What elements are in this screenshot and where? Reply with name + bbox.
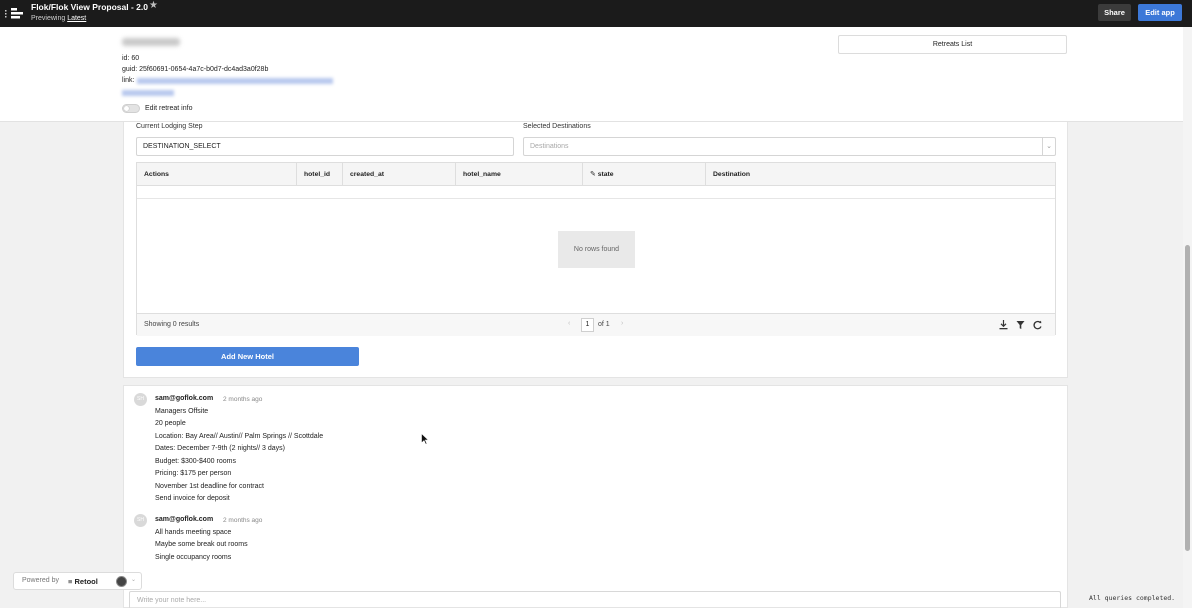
note-timestamp: 2 months ago — [223, 517, 263, 524]
chevron-down-icon[interactable]: ⌄ — [131, 576, 136, 583]
note-author: sam@goflok.com — [155, 516, 214, 523]
retreat-name-redacted — [122, 38, 180, 46]
powered-by-badge[interactable]: Powered by ≡ Retool ⌄ — [13, 572, 142, 590]
retool-brand-text: Retool — [74, 577, 98, 586]
next-page-icon[interactable]: › — [621, 320, 623, 327]
filter-icon[interactable] — [1015, 319, 1026, 331]
powered-by-text: Powered by — [22, 577, 59, 584]
retreat-link-redacted[interactable] — [137, 78, 333, 84]
avatar: SH — [134, 393, 147, 406]
hotels-table: Actions hotel_id created_at hotel_name ✎… — [136, 162, 1056, 336]
note-line: Send invoice for deposit — [155, 495, 230, 502]
page-total: of 1 — [598, 321, 610, 328]
page-number-input[interactable]: 1 — [581, 318, 594, 332]
note-input[interactable]: Write your note here... — [129, 591, 1061, 608]
share-button[interactable]: Share — [1098, 4, 1131, 21]
state-column-label: state — [597, 171, 614, 178]
prev-page-icon[interactable]: ‹ — [568, 320, 570, 327]
retreats-list-button[interactable]: Retreats List — [838, 35, 1067, 54]
retool-logo: ≡ Retool — [68, 577, 98, 586]
note-line: All hands meeting space — [155, 529, 232, 536]
destinations-select[interactable]: Destinations ⌄ — [523, 137, 1056, 156]
retool-logo-icon: ≡ — [68, 577, 73, 586]
retreat-link-redacted-cont[interactable] — [122, 90, 174, 96]
lodging-panel: Current Lodging Step DESTINATION_SELECT … — [123, 122, 1068, 378]
destinations-placeholder: Destinations — [530, 143, 569, 150]
edit-retreat-toggle[interactable] — [122, 104, 140, 113]
query-status: All queries completed. — [1089, 594, 1176, 602]
preview-status: Previewing Latest — [31, 15, 86, 22]
edit-retreat-label: Edit retreat info — [145, 105, 193, 112]
note-line: Managers Offsite — [155, 408, 209, 415]
retreat-id: id: 60 — [122, 55, 140, 62]
edit-app-button[interactable]: Edit app — [1138, 4, 1182, 21]
results-count: Showing 0 results — [144, 321, 200, 328]
note-line: Dates: December 7-9th (2 nights// 3 days… — [155, 445, 285, 452]
empty-state: No rows found — [558, 231, 635, 268]
retreat-info-panel: id: 60 guid: 25f60691-0654-4a7c-b0d7-dc4… — [0, 27, 1192, 122]
table-filter-row — [137, 186, 1055, 199]
user-avatar[interactable] — [116, 576, 127, 587]
retreat-guid: guid: 25f60691-0654-4a7c-b0d7-dc4ad3a0f2… — [122, 66, 269, 73]
chevron-down-icon[interactable]: ⌄ — [1042, 138, 1055, 155]
latest-link[interactable]: Latest — [67, 15, 86, 22]
refresh-icon[interactable] — [1032, 319, 1043, 331]
column-header-hotel-id[interactable]: hotel_id — [297, 163, 343, 186]
note-line: Location: Bay Area// Austin// Palm Sprin… — [155, 433, 324, 440]
retool-menu-icon[interactable] — [5, 7, 25, 21]
note-line: Pricing: $175 per person — [155, 470, 232, 477]
column-header-hotel-name[interactable]: hotel_name — [456, 163, 583, 186]
column-header-actions[interactable]: Actions — [137, 163, 297, 186]
star-icon[interactable]: ★ — [149, 0, 158, 11]
scrollbar-thumb[interactable] — [1185, 245, 1190, 551]
app-title: Flok/Flok View Proposal - 2.0 — [31, 2, 148, 12]
preview-label: Previewing — [31, 15, 68, 22]
note-author: sam@goflok.com — [155, 395, 214, 402]
note-line: 20 people — [155, 420, 186, 427]
note-timestamp: 2 months ago — [223, 396, 263, 403]
table-header: Actions hotel_id created_at hotel_name ✎… — [137, 163, 1055, 186]
avatar: SH — [134, 514, 147, 527]
lodging-step-label: Current Lodging Step — [136, 123, 203, 130]
note-line: Budget: $300-$400 rooms — [155, 458, 236, 465]
download-icon[interactable] — [998, 319, 1009, 331]
column-header-state[interactable]: ✎ state — [583, 163, 706, 186]
column-header-created-at[interactable]: created_at — [343, 163, 456, 186]
destinations-label: Selected Destinations — [523, 123, 591, 130]
column-header-destination[interactable]: Destination — [706, 163, 1057, 186]
app-topbar: Flok/Flok View Proposal - 2.0 ★ Previewi… — [0, 0, 1192, 27]
lodging-step-field[interactable]: DESTINATION_SELECT — [136, 137, 514, 156]
notes-panel: SH sam@goflok.com 2 months ago Managers … — [123, 385, 1068, 608]
note-line: Single occupancy rooms — [155, 554, 232, 561]
edit-pencil-icon: ✎ — [590, 171, 596, 178]
mouse-cursor-icon — [421, 433, 429, 445]
note-line: November 1st deadline for contract — [155, 483, 264, 490]
note-line: Maybe some break out rooms — [155, 541, 248, 548]
retreat-link-label: link: — [122, 77, 135, 84]
table-footer: Showing 0 results ‹ 1 of 1 › — [137, 313, 1055, 336]
add-new-hotel-button[interactable]: Add New Hotel — [136, 347, 359, 366]
